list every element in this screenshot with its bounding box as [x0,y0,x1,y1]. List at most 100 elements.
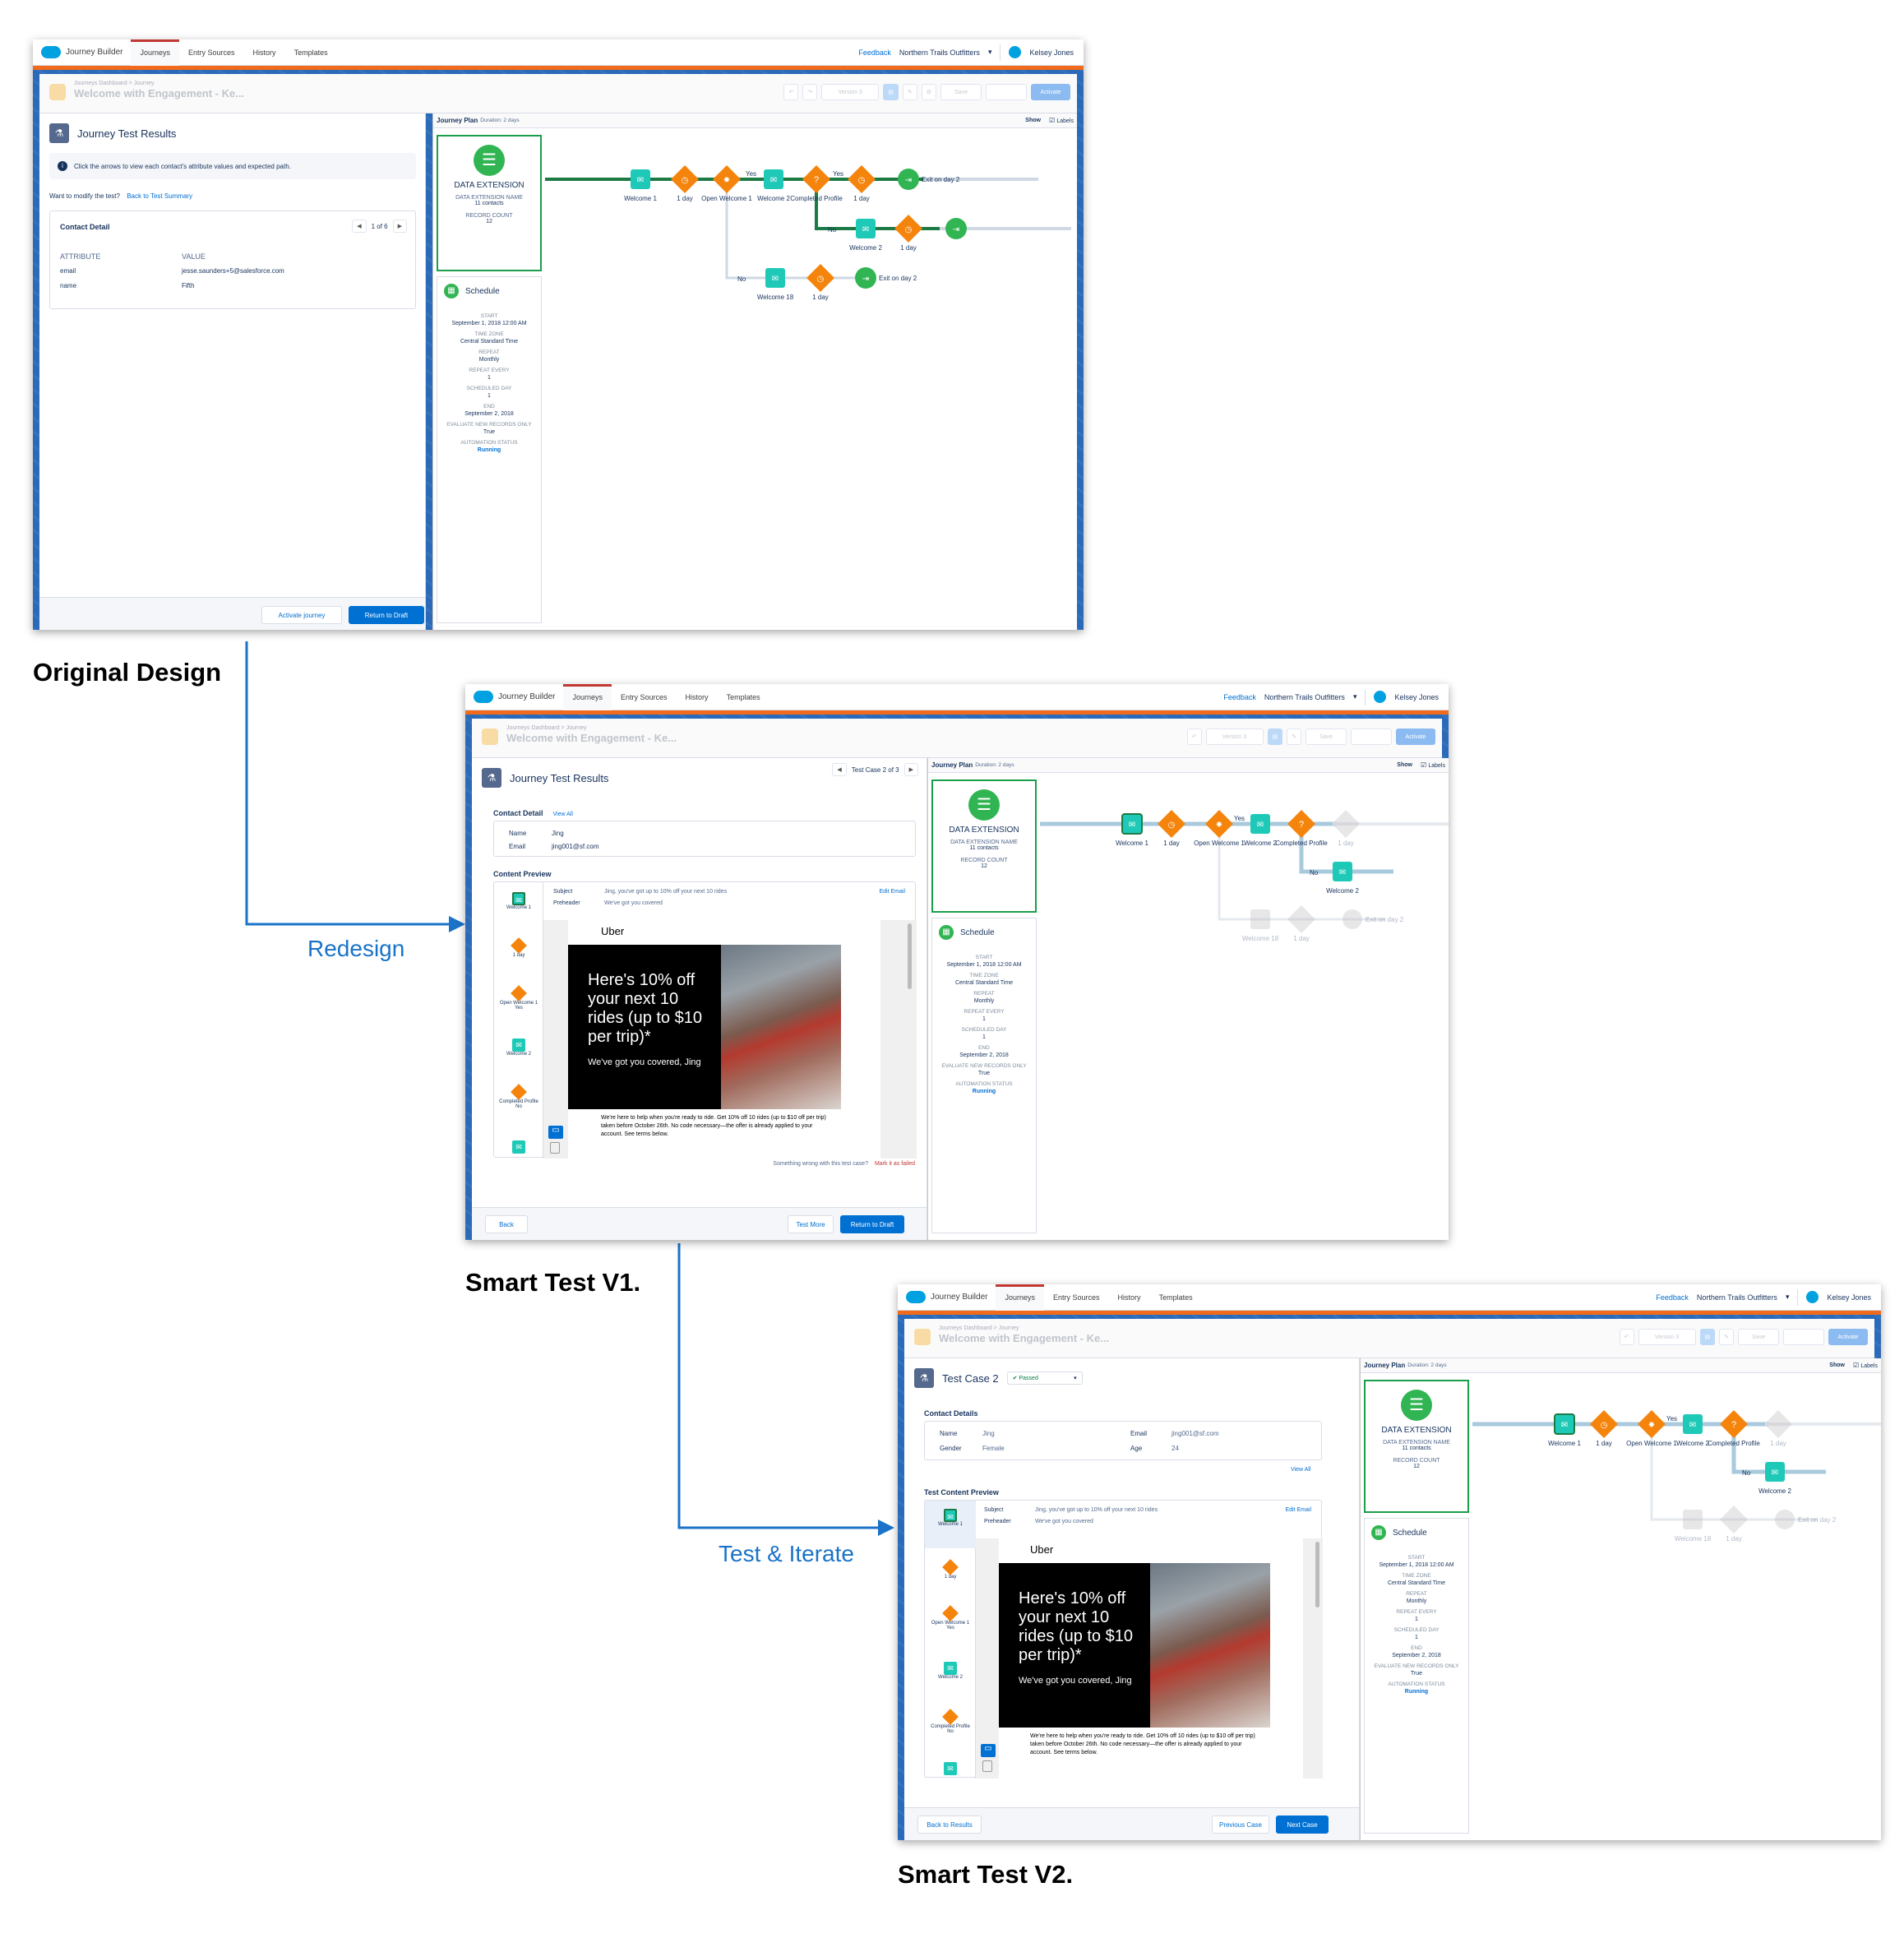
welcome2-no-node[interactable]: ✉ Welcome 2 [1326,862,1359,895]
schedule-card[interactable]: ▦ Schedule START September 1, 2018 12:00 AM… [1364,1518,1469,1834]
org-switcher[interactable]: Northern Trails Outfitters [1264,693,1345,701]
email-scrollbar[interactable] [908,923,912,989]
timeline-welcome1[interactable]: ✉ Welcome 1 [925,1501,976,1548]
schedule-value: True [1410,1671,1423,1677]
prev-arrow-icon[interactable]: ◀ [832,763,847,776]
validate-button[interactable] [1783,1329,1824,1345]
completed-profile-node[interactable]: ? Completed Profile [1275,810,1328,847]
version-select[interactable]: Version 3 [1638,1329,1696,1345]
exit-dim-node[interactable]: Exit on day 2 [1343,909,1404,929]
timeline-welcome2-next[interactable]: ✉ [501,1140,537,1154]
org-switcher[interactable]: Northern Trails Outfitters [1697,1293,1777,1302]
feedback-link[interactable]: Feedback [1656,1293,1689,1302]
desktop-view-icon[interactable]: ▭ [548,1126,563,1139]
view-all-link[interactable]: View All [1291,1467,1310,1473]
data-extension-card[interactable]: ☰ DATA EXTENSION DATA EXTENSION NAME 11 con… [1364,1380,1469,1513]
exit-dim-node[interactable]: Exit on day 2 [1775,1510,1837,1529]
tab-templates[interactable]: Templates [718,684,769,710]
next-case-button[interactable]: Next Case [1276,1816,1329,1834]
save-button[interactable]: Save [1738,1329,1779,1345]
test-more-button[interactable]: Test More [788,1215,834,1233]
svg-text:Welcome 2: Welcome 2 [1676,1440,1709,1447]
tab-history[interactable]: History [1109,1284,1150,1311]
user-menu[interactable]: Kelsey Jones [1827,1293,1871,1302]
wait-1day-dim-18-node[interactable]: 1 day [1287,905,1315,942]
wait-1day-node[interactable]: ◷ 1 day [1590,1410,1618,1447]
user-menu[interactable]: Kelsey Jones [1394,693,1439,701]
pencil-icon[interactable]: ✎ [1719,1329,1734,1345]
panel-footer: Back Test More Return to Draft [472,1207,927,1240]
activate-button[interactable]: Activate [1828,1329,1868,1345]
mark-failed-link[interactable]: Mark it as failed [875,1161,915,1167]
tab-entry-sources[interactable]: Entry Sources [612,684,677,710]
timeline-day[interactable]: 1 day [931,1559,969,1580]
svg-text:✉: ✉ [1689,1421,1696,1430]
timeline-welcome2[interactable]: ✉ Welcome 2 [501,1038,537,1057]
feedback-link[interactable]: Feedback [1223,693,1256,701]
welcome1-node[interactable]: ✉ Welcome 1 [1548,1413,1581,1447]
tab-templates[interactable]: Templates [1150,1284,1202,1311]
journey-canvas: Journey Plan Duration: 2 days Show ☑ Labels… [927,758,1449,1240]
desktop-view-icon[interactable]: ▭ [981,1744,996,1757]
pencil-icon[interactable]: ✎ [1287,729,1301,745]
filter-icon[interactable]: ▤ [1267,729,1283,745]
welcome2-no-node[interactable]: ✉ Welcome 2 [1758,1462,1791,1495]
wait-1day-node[interactable]: ◷ 1 day [1158,810,1185,847]
svg-text:✉: ✉ [1561,1421,1568,1430]
return-to-draft-button[interactable]: Return to Draft [840,1215,904,1233]
timeline-open[interactable]: Open Welcome 1 Yes [927,1605,974,1631]
previous-case-button[interactable]: Previous Case [1212,1816,1269,1834]
panel-title: ⚗ Test Case 2 ✔ Passed ▾ [914,1368,1083,1388]
show-menu[interactable]: Show [1397,762,1412,768]
promo-subline: We've got you covered, Jing [588,1057,701,1067]
timeline-completed[interactable]: Completed Profile No [496,1084,542,1109]
breadcrumb[interactable]: Journeys Dashboard > Journey [506,725,586,731]
labels-checkbox[interactable]: ☑ Labels [1853,1362,1878,1369]
breadcrumb[interactable]: Journeys Dashboard > Journey [939,1325,1019,1331]
timeline-day[interactable]: 1 day [501,937,537,958]
tab-history[interactable]: History [677,684,718,710]
tab-journeys[interactable]: Journeys [563,684,612,710]
svg-text:1 day: 1 day [1338,840,1354,847]
welcome18-dim-node[interactable]: Welcome 18 [1675,1510,1712,1543]
labels-checkbox[interactable]: ☑ Labels [1421,761,1445,769]
validate-button[interactable] [1351,729,1392,745]
wait-1day-dim-node[interactable]: 1 day [1332,810,1360,847]
test-content-preview-heading: Test Content Preview [924,1488,999,1496]
mobile-view-icon[interactable] [550,1142,560,1154]
timeline-welcome2-next[interactable]: ✉ [931,1762,969,1775]
next-arrow-icon[interactable]: ▶ [903,763,918,776]
timeline-open[interactable]: Open Welcome 1 Yes [496,985,542,1011]
edit-email-link[interactable]: Edit Email [879,889,905,895]
back-to-results-button[interactable]: Back to Results [917,1816,982,1834]
timeline-welcome2[interactable]: ✉ Welcome 2 [931,1662,969,1680]
edit-email-link[interactable]: Edit Email [1285,1507,1311,1513]
version-select[interactable]: Version 3 [1205,729,1264,745]
timeline-completed[interactable]: Completed Profile No [927,1709,974,1734]
activate-button[interactable]: Activate [1396,729,1435,745]
view-all-link[interactable]: View All [553,812,573,817]
data-extension-card[interactable]: ☰ DATA EXTENSION DATA EXTENSION NAME 11 con… [931,779,1037,913]
back-button[interactable]: Back [485,1215,528,1233]
avatar[interactable] [1374,691,1387,703]
undo-icon[interactable]: ↶ [1186,729,1202,745]
wait-1day-dim-node[interactable]: 1 day [1764,1410,1792,1447]
save-button[interactable]: Save [1306,729,1347,745]
wait-1day-dim-18-node[interactable]: 1 day [1720,1506,1748,1543]
completed-profile-node[interactable]: ? Completed Profile [1708,1410,1760,1447]
schedule-card[interactable]: ▦ Schedule START September 1, 2018 12:00 AM… [931,918,1037,1233]
avatar[interactable] [1806,1291,1819,1303]
tab-entry-sources[interactable]: Entry Sources [1044,1284,1109,1311]
status-dropdown[interactable]: ✔ Passed ▾ [1006,1371,1083,1385]
welcome18-dim-node[interactable]: Welcome 18 [1242,909,1279,942]
timeline-welcome1[interactable]: ✉ Welcome 1 [501,892,537,910]
welcome2-node[interactable]: ✉ Welcome 2 [1244,814,1277,847]
show-menu[interactable]: Show [1829,1362,1845,1368]
welcome1-node[interactable]: ✉ Welcome 1 [1116,813,1148,847]
undo-icon[interactable]: ↶ [1619,1329,1634,1345]
filter-icon[interactable]: ▤ [1699,1329,1716,1345]
welcome2-node[interactable]: ✉ Welcome 2 [1676,1414,1709,1447]
email-scrollbar[interactable] [1315,1542,1319,1607]
tab-journeys[interactable]: Journeys [996,1284,1045,1311]
mobile-view-icon[interactable] [982,1760,992,1772]
